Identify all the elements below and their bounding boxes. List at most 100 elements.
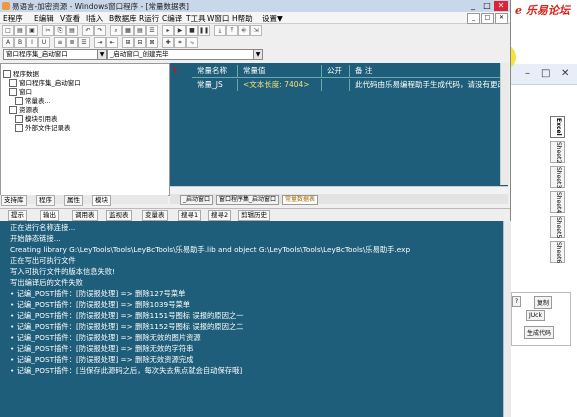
close-icon[interactable]: ✕ — [561, 68, 569, 79]
tab-startup-window[interactable]: _启动窗口 — [180, 195, 214, 205]
help-button[interactable]: ? — [512, 296, 522, 307]
output-scrollbar[interactable] — [503, 221, 511, 417]
output-console[interactable]: 正在进行名称连接... 开始静态链接... Creating library G… — [0, 221, 503, 417]
tab-constant-table[interactable]: 常量数据表 — [282, 195, 319, 205]
sheet-tab[interactable]: Sheet3 — [550, 166, 565, 188]
menu-insert[interactable]: I插入 — [86, 13, 103, 24]
undo-icon[interactable]: ↶ — [82, 25, 94, 36]
class-selector[interactable]: 窗口程序集_启动窗口 ▼ — [3, 49, 107, 60]
tab-hint[interactable]: 提示 — [8, 210, 27, 221]
menu-settings[interactable]: 设置▼ — [262, 13, 283, 24]
column-header-name[interactable]: 常量名称 — [192, 65, 238, 78]
sheet-tab[interactable]: Excel — [550, 116, 565, 138]
bold-icon[interactable]: B — [14, 37, 26, 48]
class-selector-value: 窗口程序集_启动窗口 — [6, 50, 68, 58]
sheet-tab[interactable]: Sheet5 — [550, 216, 565, 238]
close-button[interactable]: ✕ — [494, 1, 508, 11]
indent-icon[interactable]: ⇥ — [94, 37, 106, 48]
font-icon[interactable]: A — [2, 37, 14, 48]
maximize-button[interactable]: □ — [480, 1, 494, 11]
mdi-restore-button[interactable]: □ — [481, 13, 494, 24]
constant-note-cell[interactable]: 此代码由乐易编程助手生成代码，请没有更改代码 — [350, 79, 505, 91]
step-into-icon[interactable]: ⤓ — [214, 25, 226, 36]
editor-vertical-scrollbar[interactable] — [500, 63, 509, 185]
tab-search1[interactable]: 搜寻1 — [178, 210, 202, 221]
column-header-note[interactable]: 备 注 — [350, 65, 505, 78]
copy-button[interactable]: 复制 — [534, 296, 553, 309]
run-icon[interactable]: ▶ — [174, 25, 186, 36]
method-selector[interactable]: _启动窗口_创建完毕 ▼ — [107, 49, 263, 60]
chevron-down-icon[interactable]: ▼ — [253, 50, 262, 59]
new-icon[interactable]: □ — [2, 25, 14, 36]
cut-icon[interactable]: ✂ — [42, 25, 54, 36]
generate-code-button[interactable]: 生成代码 — [524, 326, 555, 339]
maximize-icon[interactable]: □ — [541, 68, 550, 79]
tree-item-external-files[interactable]: 外部文件记录表 — [15, 122, 71, 132]
sheet-tab[interactable]: Sheet4 — [550, 191, 565, 213]
mdi-close-button[interactable]: ✕ — [495, 13, 508, 24]
paste-icon[interactable]: ▤ — [66, 25, 78, 36]
open-icon[interactable]: ▤ — [14, 25, 26, 36]
menu-program[interactable]: E程序 — [3, 13, 23, 24]
tab-clip-history[interactable]: 剪辑历史 — [238, 210, 270, 221]
output-line: • 记编_POST插件：[防误报处理] => 删除无效的字符串 — [10, 344, 194, 353]
jump-icon[interactable]: ⎆ — [238, 25, 250, 36]
list-icon[interactable]: ☰ — [146, 25, 158, 36]
find-icon[interactable]: ⌕ — [110, 25, 122, 36]
menu-help[interactable]: H帮助 — [232, 13, 253, 24]
juck-button[interactable]: JUck — [526, 310, 545, 321]
stop-icon[interactable]: ■ — [186, 25, 198, 36]
tab-startup-class[interactable]: 窗口程序集_启动窗口 — [216, 195, 280, 205]
column-header-value[interactable]: 常量值 — [238, 65, 322, 78]
pause-icon[interactable]: ❚❚ — [198, 25, 210, 36]
add-icon[interactable]: ✚ — [162, 37, 174, 48]
tab-support-libs[interactable]: 支持库 — [1, 195, 27, 206]
tab-watch[interactable]: 监视表 — [106, 210, 132, 221]
outdent-icon[interactable]: ⇤ — [106, 37, 118, 48]
copy-icon[interactable]: ⎘ — [54, 25, 66, 36]
tab-output[interactable]: 输出 — [40, 210, 59, 221]
window-icon[interactable]: ▤ — [134, 25, 146, 36]
sheet-tab[interactable]: Sheet6 — [550, 241, 565, 263]
column-header-public[interactable]: 公开 — [322, 65, 350, 78]
chevron-down-icon[interactable]: ▼ — [97, 50, 106, 59]
tab-search2[interactable]: 搜寻2 — [208, 210, 232, 221]
tab-variables[interactable]: 变量表 — [142, 210, 168, 221]
export-icon[interactable]: ⇲ — [250, 25, 262, 36]
constant-table-editor[interactable]: \ 常量名称 常量值 公开 备 注 常量_JS <文本长度: 7404> 此代码… — [170, 63, 508, 193]
grid-icon[interactable]: ▦ — [122, 25, 134, 36]
goto-icon[interactable]: ⤷ — [186, 37, 198, 48]
table-remove-icon[interactable]: ⊟ — [134, 37, 146, 48]
tab-modules[interactable]: 模块 — [92, 195, 111, 206]
save-icon[interactable]: ▣ — [26, 25, 38, 36]
menu-view[interactable]: V查看 — [60, 13, 80, 24]
mdi-minimize-button[interactable]: _ — [467, 13, 480, 24]
tab-program[interactable]: 程序 — [36, 195, 55, 206]
table-merge-icon[interactable]: ⊠ — [146, 37, 158, 48]
editor-horizontal-scrollbar[interactable] — [170, 186, 508, 194]
menu-window[interactable]: W窗口 — [207, 13, 229, 24]
menu-edit[interactable]: E编辑 — [34, 13, 54, 24]
menu-tools[interactable]: T工具 — [186, 13, 206, 24]
align-right-icon[interactable]: ☰ — [78, 37, 90, 48]
constant-value-cell[interactable]: <文本长度: 7404> — [238, 79, 322, 91]
tab-properties[interactable]: 属性 — [64, 195, 83, 206]
menu-run[interactable]: R运行 — [139, 13, 159, 24]
step-icon[interactable]: ▸ — [162, 25, 174, 36]
align-center-icon[interactable]: ≣ — [66, 37, 78, 48]
redo-icon[interactable]: ↷ — [94, 25, 106, 36]
step-out-icon[interactable]: ⤒ — [226, 25, 238, 36]
menu-database[interactable]: B数据库 — [109, 13, 137, 24]
tab-call-stack[interactable]: 调用表 — [72, 210, 98, 221]
sheet-tab[interactable]: Sheet2 — [550, 141, 565, 163]
italic-icon[interactable]: I — [26, 37, 38, 48]
table-icon[interactable]: ⊞ — [122, 37, 134, 48]
constant-public-cell[interactable] — [322, 79, 350, 91]
underline-icon[interactable]: U — [38, 37, 50, 48]
minimize-icon[interactable]: – — [525, 68, 530, 79]
menu-compile[interactable]: C编译 — [162, 13, 182, 24]
align-left-icon[interactable]: ≡ — [54, 37, 66, 48]
hash-icon[interactable]: ⌗ — [174, 37, 186, 48]
minimize-button[interactable]: _ — [466, 1, 480, 11]
constant-name-cell[interactable]: 常量_JS — [192, 79, 238, 91]
